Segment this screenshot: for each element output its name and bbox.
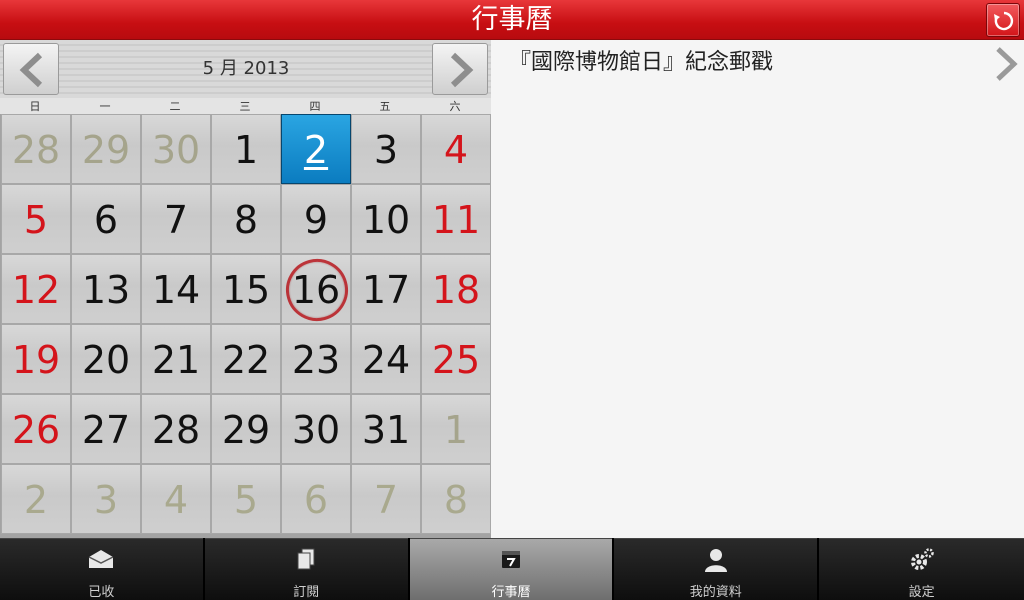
day-cell[interactable]: 14 bbox=[141, 254, 211, 324]
documents-icon bbox=[297, 548, 315, 570]
day-cell[interactable]: 5 bbox=[211, 464, 281, 534]
day-cell[interactable]: 12 bbox=[1, 254, 71, 324]
weekday-header: 日 一 二 三 四 五 六 bbox=[0, 98, 491, 114]
day-cell[interactable]: 11 bbox=[421, 184, 491, 254]
day-cell[interactable]: 26 bbox=[1, 394, 71, 464]
day-cell[interactable]: 31 bbox=[351, 394, 421, 464]
chevron-left-icon bbox=[19, 52, 43, 88]
event-title[interactable]: 『國際博物館日』紀念郵戳 bbox=[509, 48, 773, 78]
bottom-tab-bar: 已收 訂閱 行事曆 我的資料 設定 bbox=[0, 538, 1024, 600]
tab-label: 已收 bbox=[88, 585, 115, 600]
day-cell[interactable]: 2 bbox=[1, 464, 71, 534]
day-cell[interactable]: 25 bbox=[421, 324, 491, 394]
weekday-label: 日 bbox=[29, 100, 41, 113]
title-bar: 行事曆 bbox=[0, 0, 1024, 40]
day-cell-selected[interactable]: 2 bbox=[281, 114, 351, 184]
day-cell[interactable]: 3 bbox=[351, 114, 421, 184]
weekday-label: 三 bbox=[239, 100, 251, 113]
event-marker-circle bbox=[279, 252, 355, 328]
day-cell[interactable]: 28 bbox=[141, 394, 211, 464]
next-month-button[interactable] bbox=[432, 43, 488, 95]
prev-month-button[interactable] bbox=[3, 43, 59, 95]
tab-label: 行事曆 bbox=[491, 585, 531, 600]
day-cell[interactable]: 8 bbox=[421, 464, 491, 534]
day-cell[interactable]: 29 bbox=[211, 394, 281, 464]
chevron-right-icon bbox=[450, 52, 474, 88]
day-cell[interactable]: 5 bbox=[1, 184, 71, 254]
chevron-right-icon[interactable] bbox=[992, 44, 1020, 84]
tab-label: 設定 bbox=[908, 585, 935, 600]
tab-label: 我的資料 bbox=[689, 585, 742, 600]
event-detail-panel: 『國際博物館日』紀念郵戳 bbox=[491, 40, 1024, 538]
weekday-label: 四 bbox=[309, 100, 321, 113]
refresh-icon bbox=[994, 11, 1014, 31]
gears-icon bbox=[910, 548, 934, 570]
day-cell[interactable]: 8 bbox=[211, 184, 281, 254]
calendar-icon bbox=[501, 551, 520, 568]
calendar-header: 5 月 2013 bbox=[0, 40, 491, 98]
day-cell-event[interactable]: 16 bbox=[279, 252, 355, 328]
day-cell[interactable]: 30 bbox=[141, 114, 211, 184]
weekday-label: 六 bbox=[449, 100, 461, 113]
day-cell[interactable]: 4 bbox=[141, 464, 211, 534]
day-cell[interactable]: 1 bbox=[421, 394, 491, 464]
day-cell[interactable]: 18 bbox=[421, 254, 491, 324]
day-cell[interactable]: 23 bbox=[281, 324, 351, 394]
day-cell[interactable]: 7 bbox=[141, 184, 211, 254]
day-cell[interactable]: 30 bbox=[281, 394, 351, 464]
day-cell[interactable]: 1 bbox=[211, 114, 281, 184]
tab-calendar[interactable]: 行事曆 bbox=[409, 538, 613, 600]
day-cell[interactable]: 10 bbox=[351, 184, 421, 254]
day-cell[interactable]: 22 bbox=[211, 324, 281, 394]
weekday-label: 二 bbox=[169, 100, 181, 113]
day-cell[interactable]: 17 bbox=[351, 254, 421, 324]
tab-settings[interactable]: 設定 bbox=[819, 538, 1024, 600]
day-cell[interactable]: 6 bbox=[71, 184, 141, 254]
day-cell[interactable]: 20 bbox=[71, 324, 141, 394]
envelope-icon bbox=[89, 550, 114, 568]
day-grid: 28 29 30 1 2 3 4 5 6 7 8 9 10 11 12 13 1… bbox=[0, 114, 491, 538]
calendar-panel: 5 月 2013 日 一 二 三 四 五 六 28 29 30 1 2 3 4 … bbox=[0, 40, 491, 538]
day-cell[interactable]: 6 bbox=[281, 464, 351, 534]
day-cell[interactable]: 21 bbox=[141, 324, 211, 394]
day-cell[interactable]: 3 bbox=[71, 464, 141, 534]
day-cell[interactable]: 13 bbox=[71, 254, 141, 324]
day-cell[interactable]: 9 bbox=[281, 184, 351, 254]
person-icon bbox=[704, 549, 727, 572]
tab-inbox[interactable]: 已收 bbox=[0, 538, 203, 600]
day-cell[interactable]: 28 bbox=[1, 114, 71, 184]
day-cell[interactable]: 19 bbox=[1, 324, 71, 394]
weekday-label: 五 bbox=[379, 100, 391, 113]
day-cell[interactable]: 27 bbox=[71, 394, 141, 464]
month-label: 5 月 2013 bbox=[202, 58, 290, 79]
day-cell[interactable]: 24 bbox=[351, 324, 421, 394]
tab-subscribe[interactable]: 訂閱 bbox=[204, 538, 408, 600]
weekday-label: 一 bbox=[99, 100, 111, 113]
page-title: 行事曆 bbox=[471, 4, 553, 35]
day-cell[interactable]: 4 bbox=[421, 114, 491, 184]
tab-my-profile[interactable]: 我的資料 bbox=[614, 538, 818, 600]
day-cell[interactable]: 15 bbox=[211, 254, 281, 324]
refresh-button[interactable] bbox=[986, 3, 1020, 37]
day-cell[interactable]: 29 bbox=[71, 114, 141, 184]
day-cell[interactable]: 7 bbox=[351, 464, 421, 534]
tab-label: 訂閱 bbox=[293, 585, 320, 600]
